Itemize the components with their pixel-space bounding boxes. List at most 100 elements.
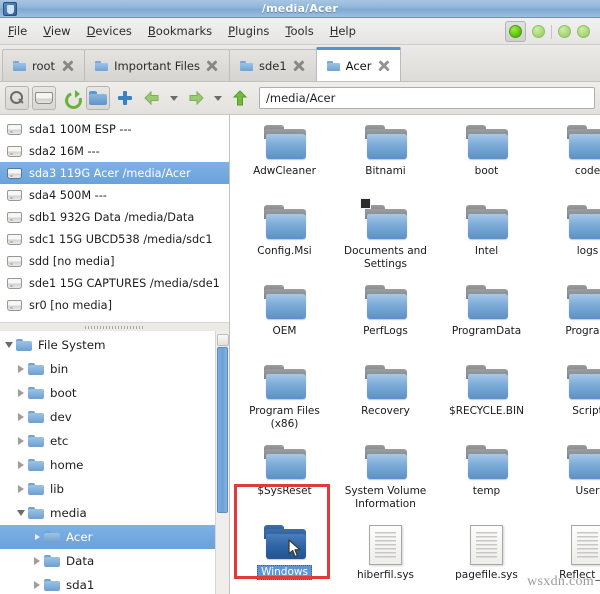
tab-important-files[interactable]: Important Files [84, 49, 230, 81]
shade-button[interactable] [558, 25, 571, 38]
file-item-adwcleaner[interactable]: AdwCleaner [234, 121, 335, 201]
tree-scrollbar[interactable] [215, 331, 229, 594]
twisty-right-icon[interactable] [14, 413, 28, 421]
file-item-bitnami[interactable]: Bitnami [335, 121, 436, 201]
menu-plugins[interactable]: Plugins [220, 22, 277, 40]
mount-drive-button[interactable] [32, 86, 56, 110]
file-item-code[interactable]: code [537, 121, 600, 201]
tree-item-bin[interactable]: bin [0, 357, 215, 381]
pane-splitter[interactable] [0, 323, 229, 331]
menu-view[interactable]: View [35, 22, 78, 40]
search-button[interactable] [5, 86, 29, 110]
file-item-program-files-x86[interactable]: Program Files (x86) [234, 361, 335, 441]
close-icon[interactable] [293, 59, 306, 72]
file-item-perflogs[interactable]: PerfLogs [335, 281, 436, 361]
tree-item-etc[interactable]: etc [0, 429, 215, 453]
device-row[interactable]: sda2 16M --- [0, 140, 229, 162]
back-history-button[interactable] [167, 86, 181, 110]
tree-item-acer[interactable]: Acer [0, 525, 215, 549]
close-button[interactable] [577, 25, 590, 38]
tree-item-lib[interactable]: lib [0, 477, 215, 501]
file-item-windows[interactable]: Windows [234, 521, 335, 594]
device-row[interactable]: sr0 [no media] [0, 294, 229, 316]
device-row[interactable]: sda4 500M --- [0, 184, 229, 206]
up-button[interactable] [228, 86, 252, 110]
twisty-right-icon[interactable] [14, 461, 28, 469]
file-item-program[interactable]: Program [537, 281, 600, 361]
tab-label: root [32, 58, 56, 73]
twisty-right-icon[interactable] [14, 485, 28, 493]
menu-tools[interactable]: Tools [277, 22, 321, 40]
refresh-button[interactable] [59, 86, 83, 110]
maximize-button[interactable] [532, 25, 545, 38]
twisty-right-icon[interactable] [30, 534, 44, 540]
back-button[interactable] [140, 86, 164, 110]
tab-root[interactable]: root [2, 49, 86, 81]
twisty-right-icon[interactable] [14, 437, 28, 445]
path-input[interactable]: /media/Acer [259, 87, 595, 109]
tree-item-file-system[interactable]: File System [0, 333, 215, 357]
file-item-boot[interactable]: boot [436, 121, 537, 201]
tree-item-boot[interactable]: boot [0, 381, 215, 405]
close-icon[interactable] [61, 59, 74, 72]
file-item-system-volume-information[interactable]: System Volume Information [335, 441, 436, 521]
folder-icon [464, 365, 510, 401]
twisty-right-icon[interactable] [14, 389, 28, 397]
file-manager-window: /media/Acer File View Devices Bookmarks … [0, 0, 600, 594]
tree-item-sda1[interactable]: sda1 [0, 573, 215, 594]
scrollbar-thumb[interactable] [217, 347, 228, 513]
tree-item-label: File System [38, 338, 106, 352]
file-item-logs[interactable]: logs [537, 201, 600, 281]
file-item-temp[interactable]: temp [436, 441, 537, 521]
folder-icon [44, 531, 60, 543]
new-folder-button[interactable] [86, 86, 110, 110]
twisty-right-icon[interactable] [30, 581, 44, 589]
twisty-right-icon[interactable] [30, 557, 44, 565]
file-item-oem[interactable]: OEM [234, 281, 335, 361]
scroll-up-button[interactable] [216, 334, 229, 346]
file-item-script[interactable]: Script [537, 361, 600, 441]
file-item-pagefile[interactable]: pagefile.sys [436, 521, 537, 594]
device-row-selected[interactable]: sda3 119G Acer /media/Acer [0, 162, 229, 184]
tree-item-home[interactable]: home [0, 453, 215, 477]
close-icon[interactable] [377, 59, 390, 72]
twisty-down-icon[interactable] [2, 342, 16, 348]
menu-devices[interactable]: Devices [79, 22, 140, 40]
twisty-down-icon[interactable] [14, 510, 28, 516]
tab-acer[interactable]: Acer [315, 47, 402, 81]
device-list: sda1 100M ESP --- sda2 16M --- sda3 119G… [0, 115, 229, 323]
close-icon[interactable] [206, 59, 219, 72]
file-item-recycle-bin[interactable]: $RECYCLE.BIN [436, 361, 537, 441]
add-button[interactable] [113, 86, 137, 110]
file-item-intel[interactable]: Intel [436, 201, 537, 281]
file-label: Recovery [361, 405, 410, 417]
device-row[interactable]: sde1 15G CAPTURES /media/sde1 [0, 272, 229, 294]
device-row[interactable]: sda1 100M ESP --- [0, 118, 229, 140]
file-item-user[interactable]: User [537, 441, 600, 521]
device-row[interactable]: sdc1 15G UBCD538 /media/sdc1 [0, 228, 229, 250]
tree-item-media[interactable]: media [0, 501, 215, 525]
forward-button[interactable] [184, 86, 208, 110]
file-item-config-msi[interactable]: Config.Msi [234, 201, 335, 281]
forward-history-button[interactable] [211, 86, 225, 110]
file-item-hiberfil[interactable]: hiberfil.sys [335, 521, 436, 594]
device-row[interactable]: sdd [no media] [0, 250, 229, 272]
toolbar: /media/Acer [0, 82, 600, 115]
device-row[interactable]: sdb1 932G Data /media/Data [0, 206, 229, 228]
file-icon-view[interactable]: AdwCleaner Bitnami boot code Config.Msi [230, 115, 600, 594]
file-item-documents-and-settings[interactable]: Documents and Settings [335, 198, 436, 281]
menu-file[interactable]: File [0, 22, 35, 40]
tab-sde1[interactable]: sde1 [228, 49, 317, 81]
tree-item-data[interactable]: Data [0, 549, 215, 573]
twisty-right-icon[interactable] [14, 365, 28, 373]
file-grid: AdwCleaner Bitnami boot code Config.Msi [230, 115, 600, 594]
file-item-recovery[interactable]: Recovery [335, 361, 436, 441]
minimize-button[interactable] [505, 21, 526, 42]
file-label: hiberfil.sys [356, 569, 415, 581]
file-item-programdata[interactable]: ProgramData [436, 281, 537, 361]
tree-item-dev[interactable]: dev [0, 405, 215, 429]
disk-icon [7, 277, 22, 289]
file-item-sysreset[interactable]: $SysReset [234, 441, 335, 521]
menu-help[interactable]: Help [322, 22, 364, 40]
menu-bookmarks[interactable]: Bookmarks [140, 22, 220, 40]
